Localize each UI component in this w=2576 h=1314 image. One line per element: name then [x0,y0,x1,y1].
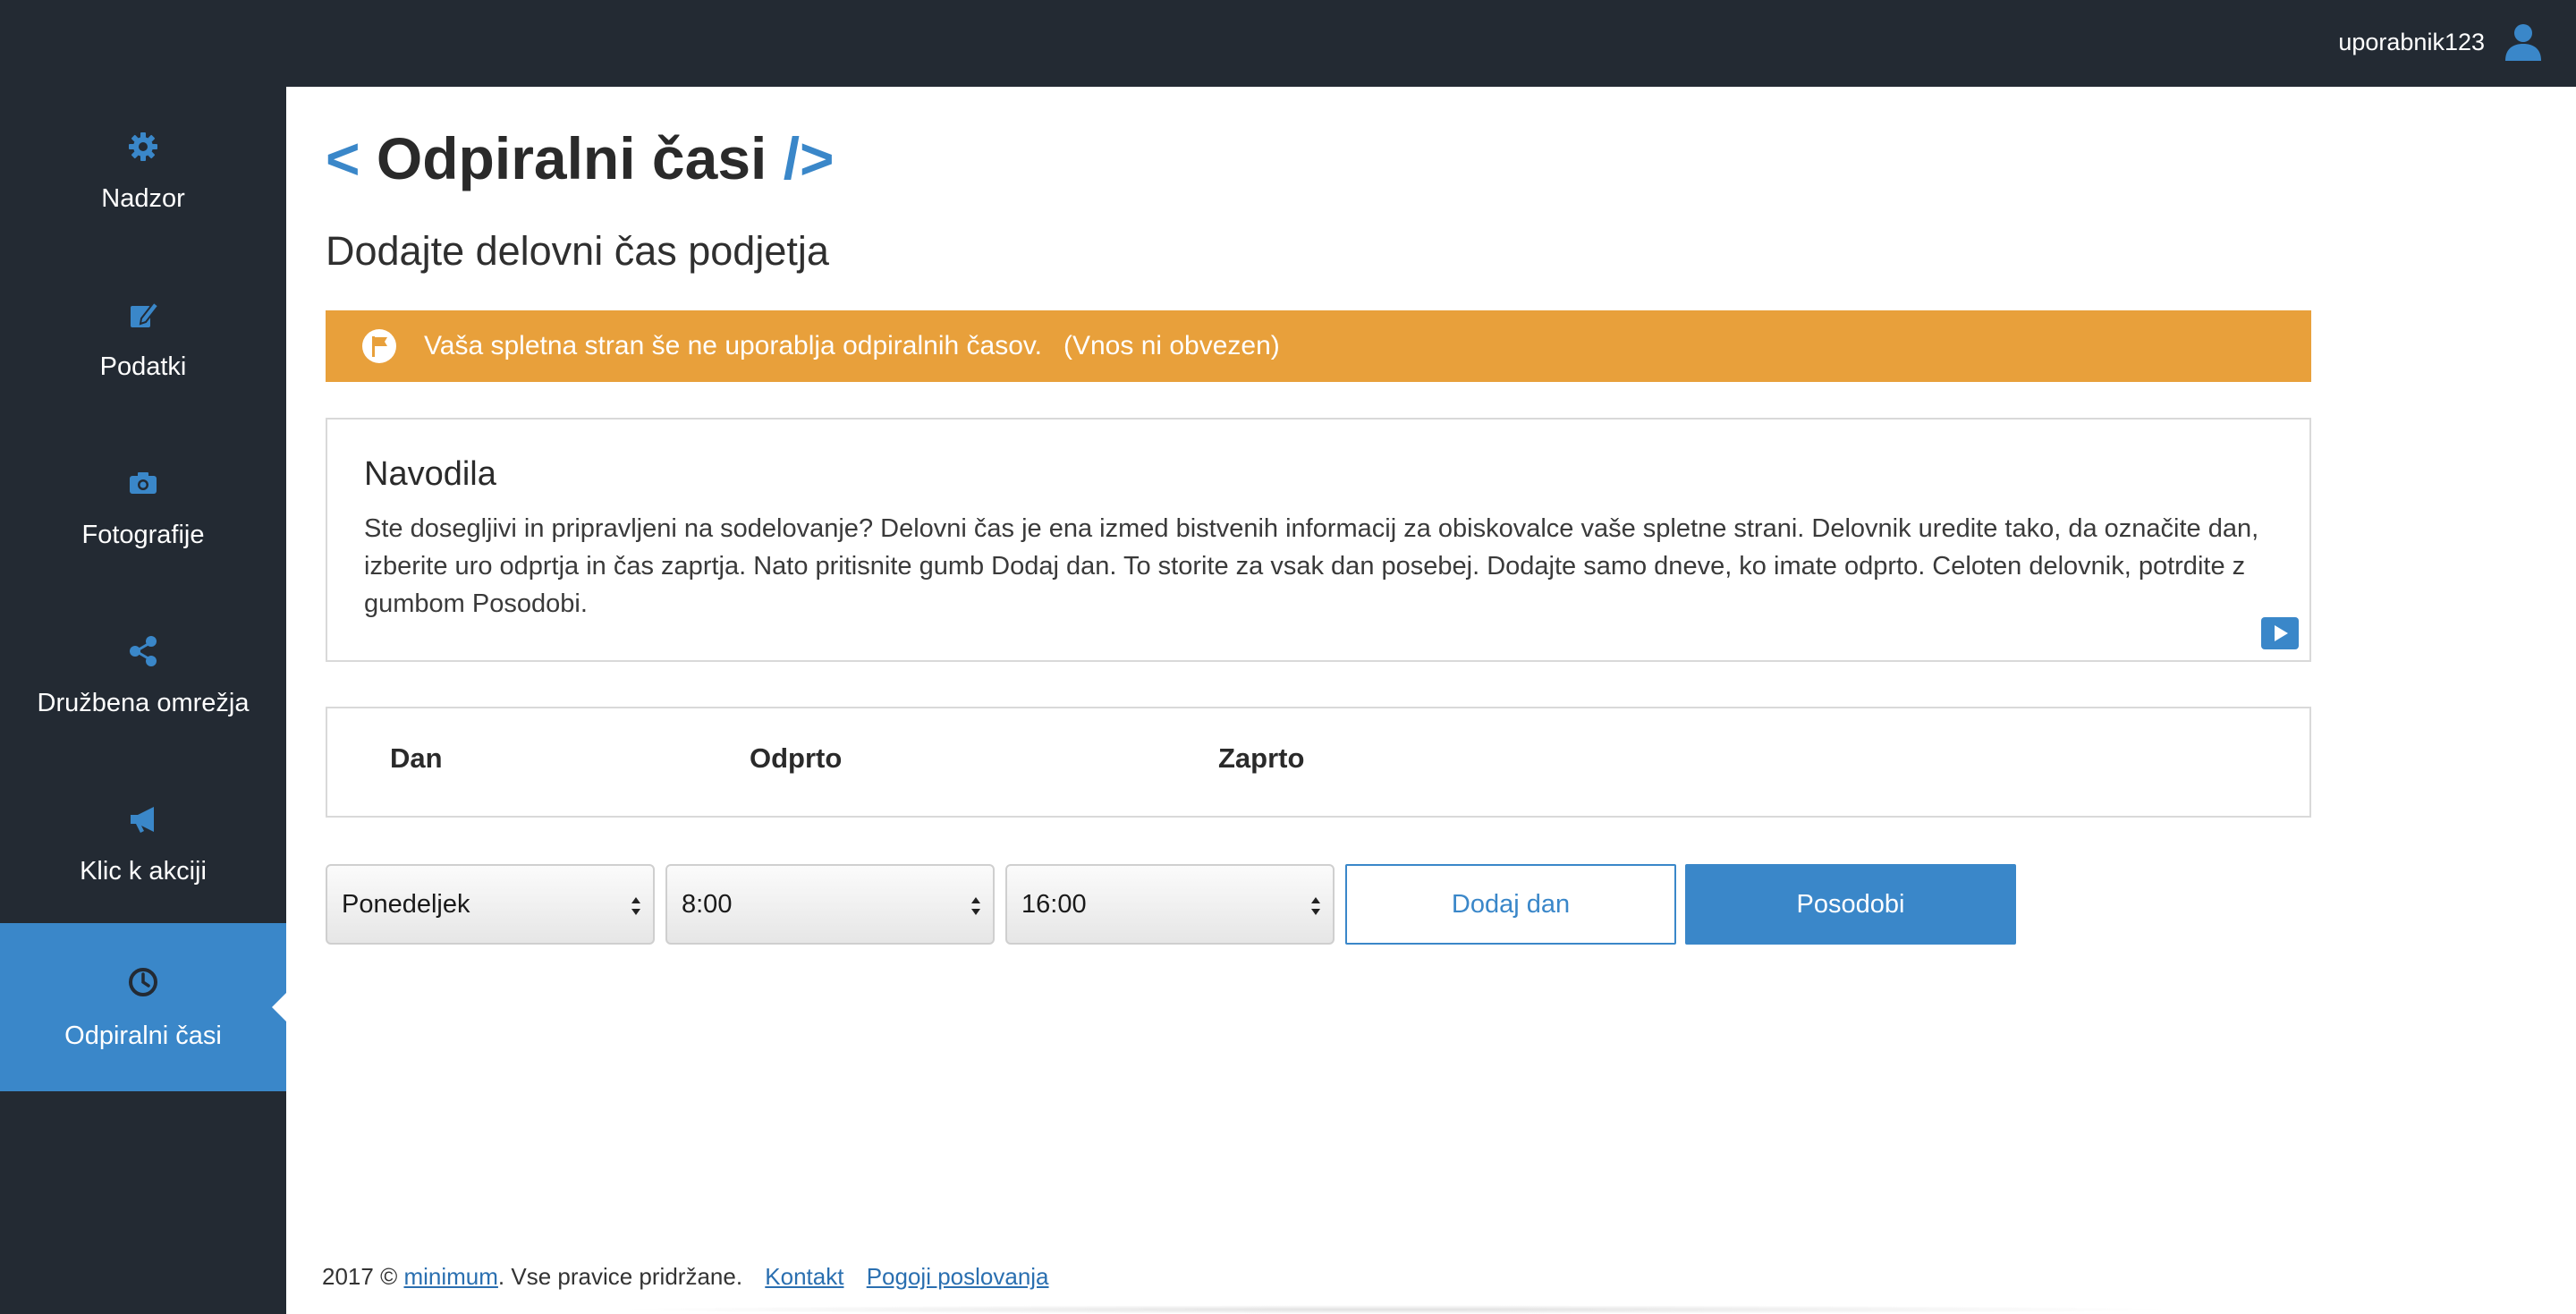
add-day-button[interactable]: Dodaj dan [1345,864,1676,945]
hours-table: Dan Odprto Zaprto [326,707,2311,818]
clock-icon [129,967,157,996]
footer: 2017 © minimum. Vse pravice pridržane. K… [322,1263,1049,1291]
main-content: < Odpiralni časi /> Dodajte delovni čas … [286,87,2576,1314]
sidebar-item-podatki[interactable]: Podatki [0,255,286,423]
sidebar-item-label: Družbena omrežja [37,688,250,717]
sidebar-item-label: Fotografije [81,520,205,549]
username[interactable]: uporabnik123 [2338,29,2485,56]
footer-rights: . Vse pravice pridržane. [497,1263,743,1290]
share-icon [130,635,157,666]
top-bar: uporabnik123 [0,0,2576,87]
instructions-heading: Navodila [364,455,496,493]
sidebar-item-druzbena-omrezja[interactable]: Družbena omrežja [0,591,286,759]
sidebar-item-label: Podatki [99,352,187,381]
footer-terms-link[interactable]: Pogoji poslovanja [867,1263,1049,1290]
sidebar-item-nadzor[interactable]: Nadzor [0,87,286,255]
user-icon[interactable] [2503,21,2544,63]
open-time-select[interactable]: 8:00 [665,864,995,945]
sidebar: Nadzor Podatki Fotografije Družbena omre… [0,87,286,1314]
select-arrows-icon [631,897,640,915]
column-header-odprto: Odprto [750,742,843,774]
instructions-text: Ste dosegljivi in pripravljeni na sodelo… [364,514,2259,618]
camera-icon [130,471,157,494]
play-icon[interactable] [2261,617,2299,649]
day-select[interactable]: Ponedeljek [326,864,655,945]
instructions-panel: Navodila Ste dosegljivi in pripravljeni … [326,418,2311,662]
page-title-text: Odpiralni časi [376,125,767,191]
footer-contact-link[interactable]: Kontakt [765,1263,843,1290]
gear-icon [129,131,157,161]
warning-alert: Vaša spletna stran še ne uporablja odpir… [326,310,2311,382]
footer-copyright: 2017 © [322,1263,398,1290]
title-bracket-close: /> [783,125,835,191]
update-button[interactable]: Posodobi [1685,864,2016,945]
sidebar-item-label: Odpiralni časi [64,1021,222,1050]
select-arrows-icon [1311,897,1320,915]
megaphone-icon [131,806,154,833]
sidebar-item-odpiralni-casi[interactable]: Odpiralni časi [0,923,286,1091]
column-header-zaprto: Zaprto [1218,742,1305,774]
close-time-select[interactable]: 16:00 [1005,864,1335,945]
sidebar-item-klic-k-akciji[interactable]: Klic k akciji [0,759,286,928]
sidebar-item-label: Nadzor [101,183,185,213]
alert-message: Vaša spletna stran še ne uporablja odpir… [424,331,1042,360]
open-time-value: 8:00 [682,889,733,919]
page-subtitle: Dodajte delovni čas podjetja [326,228,829,274]
select-arrows-icon [971,897,980,915]
column-header-dan: Dan [390,742,443,774]
title-bracket-open: < [326,125,360,191]
sidebar-item-fotografije[interactable]: Fotografije [0,423,286,591]
sidebar-item-label: Klic k akciji [80,856,207,886]
alert-note: (Vnos ni obvezen) [1063,331,1280,360]
day-select-value: Ponedeljek [342,889,470,919]
edit-icon [131,301,160,327]
footer-divider-shadow [608,1305,2182,1314]
close-time-value: 16:00 [1021,889,1087,919]
page-title: < Odpiralni časi /> [326,124,835,192]
user-menu[interactable]: uporabnik123 [2338,20,2544,64]
flag-icon [362,329,396,363]
footer-brand-link[interactable]: minimum [403,1263,497,1290]
